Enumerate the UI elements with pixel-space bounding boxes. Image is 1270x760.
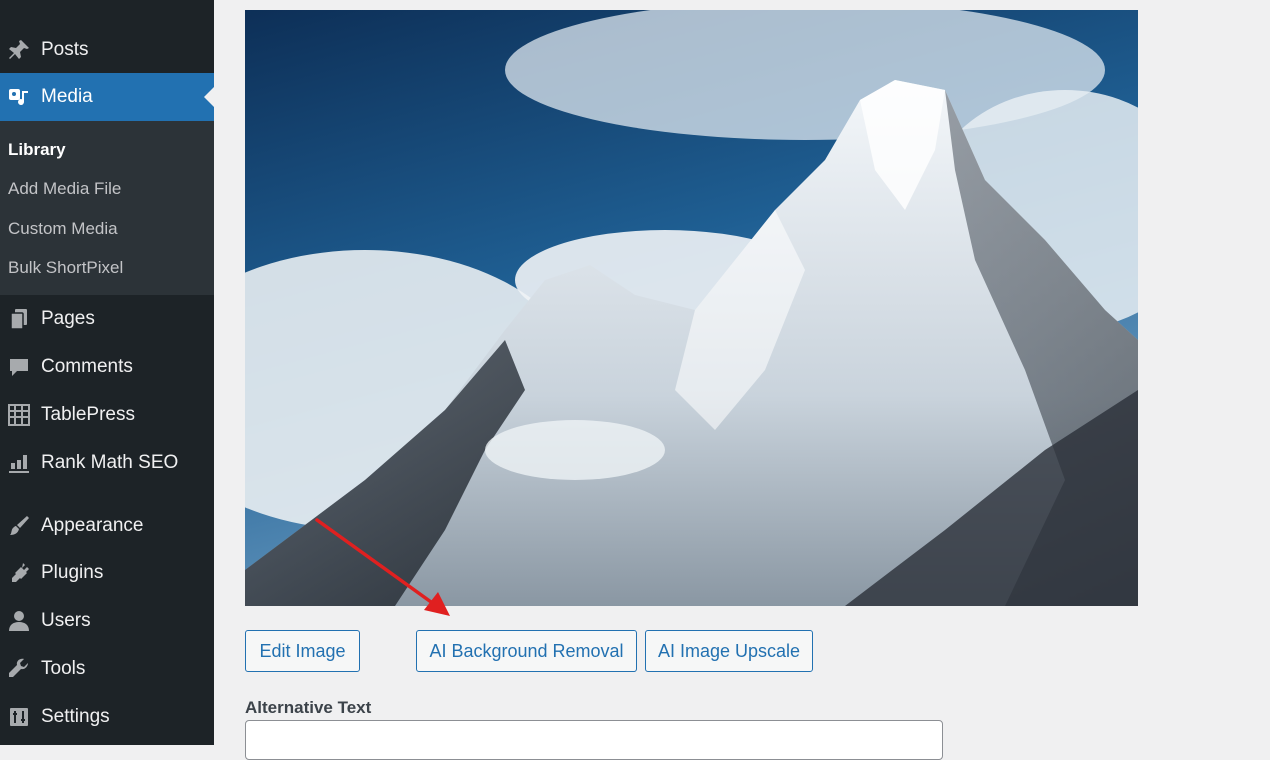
media-icon (4, 82, 34, 112)
menu-item-media[interactable]: Media (0, 73, 214, 121)
menu-item-tablepress[interactable]: TablePress (0, 391, 214, 439)
media-image-preview (245, 10, 1138, 606)
menu-label: Tools (41, 658, 86, 679)
settings-icon (4, 702, 34, 732)
menu-label: Pages (41, 308, 95, 329)
menu-item-comments[interactable]: Comments (0, 343, 214, 391)
menu-label: Posts (41, 39, 89, 60)
table-icon (4, 400, 34, 430)
menu-item-tools[interactable]: Tools (0, 645, 214, 693)
submenu-add-media-file[interactable]: Add Media File (8, 179, 121, 199)
media-submenu: Library Add Media File Custom Media Bulk… (0, 121, 214, 295)
edit-image-button[interactable]: Edit Image (245, 630, 360, 672)
pin-icon (4, 35, 34, 65)
menu-item-posts[interactable]: Posts (0, 26, 214, 74)
plug-icon (4, 558, 34, 588)
menu-item-plugins[interactable]: Plugins (0, 549, 214, 597)
admin-sidebar: Posts Media Library Add Media File Custo… (0, 0, 214, 745)
menu-item-users[interactable]: Users (0, 597, 214, 645)
menu-label: Rank Math SEO (41, 452, 179, 473)
alt-text-field[interactable] (245, 720, 943, 760)
menu-item-settings[interactable]: Settings (0, 693, 214, 741)
menu-label: Settings (41, 706, 110, 727)
menu-label: Plugins (41, 562, 104, 583)
menu-label: Appearance (41, 515, 144, 536)
menu-label: Users (41, 610, 91, 631)
chart-icon (4, 448, 34, 478)
ai-background-removal-button[interactable]: AI Background Removal (416, 630, 637, 672)
submenu-bulk-shortpixel[interactable]: Bulk ShortPixel (8, 258, 123, 278)
submenu-custom-media[interactable]: Custom Media (8, 219, 118, 239)
alt-text-label: Alternative Text (245, 698, 372, 717)
menu-item-appearance[interactable]: Appearance (0, 502, 214, 550)
menu-label: Comments (41, 356, 133, 377)
menu-item-rank-math-seo[interactable]: Rank Math SEO (0, 439, 214, 487)
pages-icon (4, 304, 34, 334)
ai-image-upscale-button[interactable]: AI Image Upscale (645, 630, 813, 672)
submenu-library[interactable]: Library (8, 140, 66, 160)
menu-label: TablePress (41, 404, 135, 425)
menu-item-pages[interactable]: Pages (0, 295, 214, 343)
brush-icon (4, 511, 34, 541)
wrench-icon (4, 654, 34, 684)
user-icon (4, 606, 34, 636)
menu-label: Media (41, 86, 93, 107)
comment-icon (4, 352, 34, 382)
